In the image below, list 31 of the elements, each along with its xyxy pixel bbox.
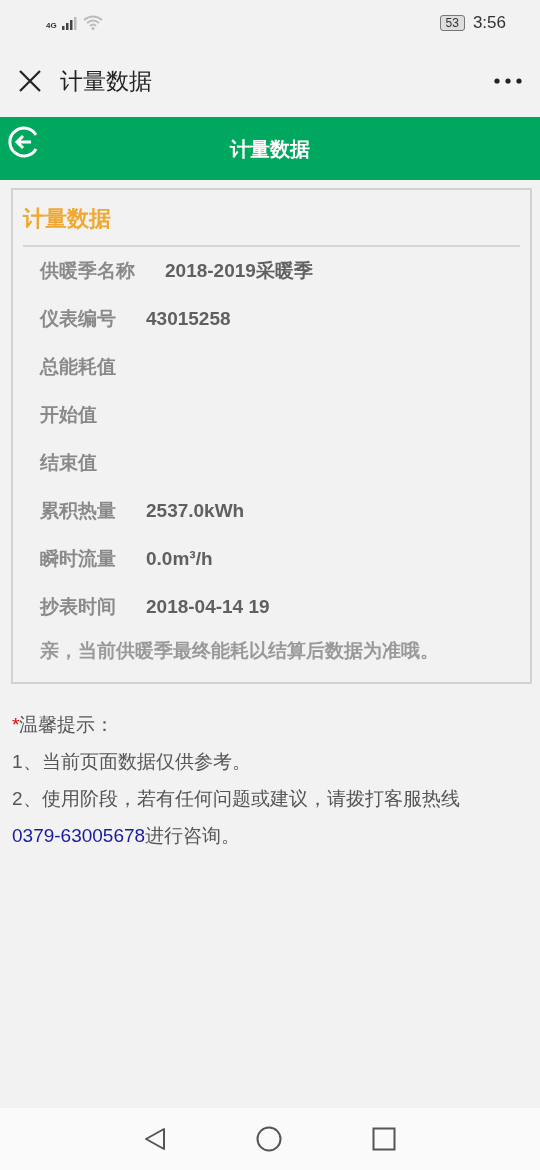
field-value: 43015258 bbox=[146, 306, 231, 331]
field-label: 累积热量 bbox=[40, 498, 116, 523]
header-title: 计量数据 bbox=[230, 136, 310, 162]
clock-time: 3:56 bbox=[472, 11, 506, 34]
more-icon[interactable] bbox=[494, 78, 522, 84]
field-label: 开始值 bbox=[40, 402, 97, 427]
field-value: 0.0m³/h bbox=[146, 546, 213, 571]
field-value: 2018-2019采暖季 bbox=[165, 258, 313, 283]
signal-icon bbox=[60, 16, 79, 30]
tip-text: 2、使用阶段，若有任何问题或建议，请拨打客服热线 0379-63005678进行咨询。 bbox=[12, 786, 461, 848]
network-label: 4G bbox=[46, 22, 57, 30]
page-title: 计量数据 bbox=[60, 66, 152, 96]
home-nav-icon[interactable] bbox=[256, 1126, 282, 1152]
recents-nav-icon[interactable] bbox=[372, 1127, 396, 1151]
field-label: 总能耗值 bbox=[40, 354, 116, 379]
field-label: 仪表编号 bbox=[40, 306, 116, 331]
back-nav-icon[interactable] bbox=[144, 1127, 166, 1151]
battery-indicator: 53 bbox=[439, 14, 465, 31]
card-title: 计量数据 bbox=[23, 202, 520, 247]
field-label: 抄表时间 bbox=[40, 594, 116, 619]
field-value: 2018-04-14 19 bbox=[146, 594, 270, 619]
field-label: 瞬时流量 bbox=[40, 546, 116, 571]
wifi-icon bbox=[82, 15, 103, 30]
field-label: 结束值 bbox=[40, 450, 97, 475]
tip-text: 1、当前页面数据仅供参考。 bbox=[12, 749, 252, 774]
phone-link[interactable]: 0379-63005678 bbox=[12, 824, 146, 846]
field-label: 供暖季名称 bbox=[40, 258, 135, 283]
field-value: 2537.0kWh bbox=[146, 498, 245, 523]
close-icon[interactable] bbox=[18, 69, 42, 93]
note-text: 亲，当前供暖季最终能耗以结算后数据为准哦。 bbox=[39, 639, 440, 663]
tips-heading: *温馨提示： bbox=[12, 712, 116, 737]
